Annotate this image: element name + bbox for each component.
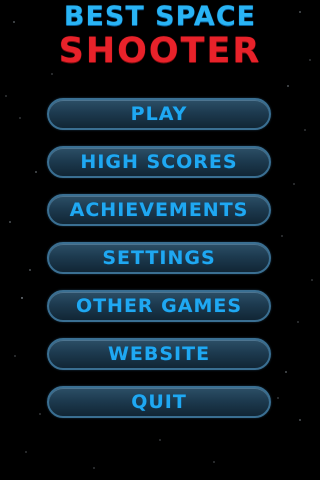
quit-button[interactable]: QUIT <box>47 386 271 418</box>
other-games-button[interactable]: OTHER GAMES <box>47 290 271 322</box>
play-button-label: PLAY <box>130 103 188 125</box>
other-games-button-label: OTHER GAMES <box>75 295 243 317</box>
achievements-button[interactable]: ACHIEVEMENTS <box>47 194 271 226</box>
high-scores-button-label: HIGH SCORES <box>80 151 238 173</box>
quit-button-label: QUIT <box>131 391 187 413</box>
settings-button-label: SETTINGS <box>102 247 216 269</box>
play-button[interactable]: PLAY <box>47 98 271 130</box>
website-button-label: WEBSITE <box>107 343 211 365</box>
website-button[interactable]: WEBSITE <box>47 338 271 370</box>
settings-button[interactable]: SETTINGS <box>47 242 271 274</box>
achievements-button-label: ACHIEVEMENTS <box>69 199 249 221</box>
main-menu: PLAY HIGH SCORES ACHIEVEMENTS SETTINGS O… <box>0 0 320 480</box>
high-scores-button[interactable]: HIGH SCORES <box>47 146 271 178</box>
